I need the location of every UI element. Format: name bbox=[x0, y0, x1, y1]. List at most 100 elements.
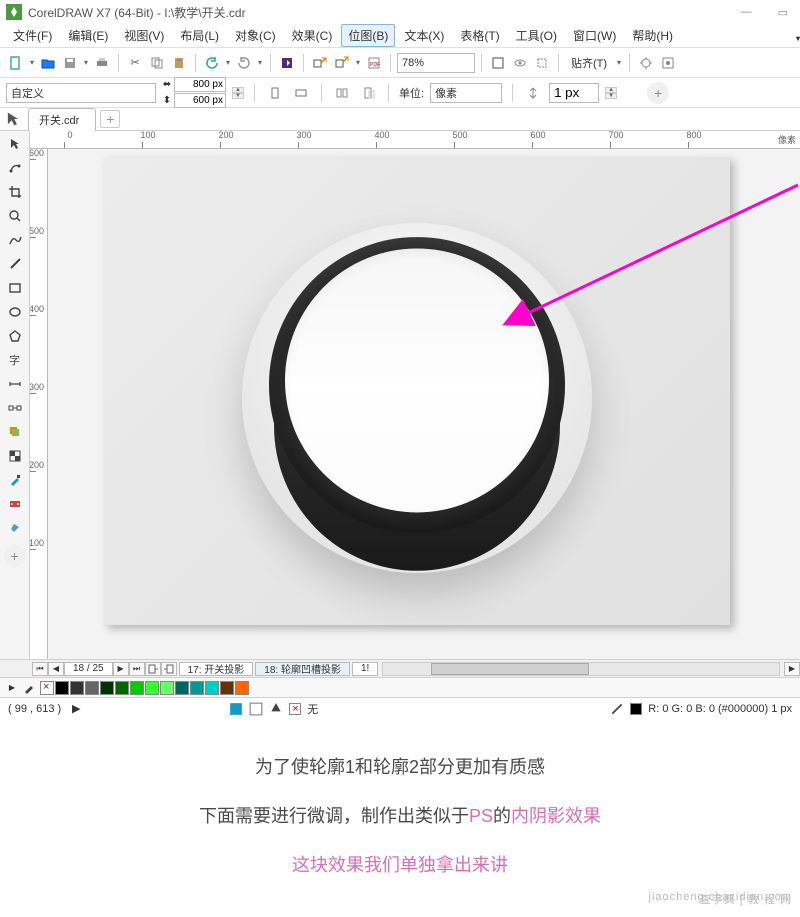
launch-button[interactable] bbox=[277, 53, 297, 73]
unit-select[interactable]: 像素 ▾ bbox=[430, 83, 502, 103]
paste-button[interactable] bbox=[169, 53, 189, 73]
swatch[interactable] bbox=[175, 681, 189, 695]
menu-file[interactable]: 文件(F) bbox=[6, 24, 59, 47]
shape-tool[interactable] bbox=[4, 157, 26, 179]
canvas[interactable] bbox=[48, 149, 800, 659]
swatch[interactable] bbox=[220, 681, 234, 695]
nudge-input[interactable] bbox=[549, 83, 599, 103]
page-tab-17[interactable]: 17: 开关投影 bbox=[179, 662, 254, 676]
ellipse-tool[interactable] bbox=[4, 301, 26, 323]
swatch[interactable] bbox=[205, 681, 219, 695]
add-tool-button[interactable]: + bbox=[4, 545, 26, 567]
transparency-tool[interactable] bbox=[4, 445, 26, 467]
interactive-fill-tool[interactable] bbox=[4, 493, 26, 515]
app-options-button[interactable] bbox=[658, 53, 678, 73]
menu-window[interactable]: 窗口(W) bbox=[566, 24, 623, 47]
fullscreen-button[interactable] bbox=[488, 53, 508, 73]
menu-tools[interactable]: 工具(O) bbox=[509, 24, 564, 47]
pick-tool[interactable] bbox=[4, 133, 26, 155]
save-button[interactable] bbox=[60, 53, 80, 73]
connector-tool[interactable] bbox=[4, 397, 26, 419]
fill-none-icon[interactable] bbox=[289, 703, 301, 715]
redo-button[interactable] bbox=[234, 53, 254, 73]
swatch[interactable] bbox=[130, 681, 144, 695]
horizontal-ruler[interactable]: 0 100 200 300 400 500 600 700 800 像素 bbox=[30, 131, 800, 149]
page-tab-19[interactable]: 1! bbox=[352, 662, 378, 676]
artistic-media-tool[interactable] bbox=[4, 253, 26, 275]
undo-button[interactable] bbox=[202, 53, 222, 73]
maximize-button[interactable]: ▭ bbox=[772, 4, 794, 21]
object-info-icon[interactable]: ▶ bbox=[69, 702, 83, 716]
page-width-input[interactable] bbox=[177, 78, 223, 91]
palette-nav-left[interactable]: ▶ bbox=[6, 681, 18, 695]
h-scroll-thumb[interactable] bbox=[431, 663, 589, 675]
text-tool[interactable]: 字 bbox=[4, 349, 26, 371]
landscape-button[interactable] bbox=[291, 83, 311, 103]
vertical-ruler[interactable]: 600 500 400 300 200 100 bbox=[30, 149, 48, 659]
swatch-black[interactable] bbox=[55, 681, 69, 695]
eyedropper-palette-icon[interactable] bbox=[19, 678, 39, 698]
snap-label[interactable]: 贴齐(T) bbox=[565, 55, 613, 71]
menu-bitmap[interactable]: 位图(B) bbox=[341, 24, 395, 47]
preview-button[interactable] bbox=[510, 53, 530, 73]
menu-object[interactable]: 对象(C) bbox=[228, 24, 283, 47]
copy-button[interactable] bbox=[147, 53, 167, 73]
file-tab[interactable]: 开关.cdr bbox=[28, 108, 96, 131]
page-indicator[interactable]: 18 / 25 bbox=[64, 662, 113, 676]
print-button[interactable] bbox=[92, 53, 112, 73]
h-scrollbar[interactable] bbox=[382, 662, 780, 676]
import-button[interactable] bbox=[310, 53, 330, 73]
menu-table[interactable]: 表格(T) bbox=[453, 24, 506, 47]
swatch[interactable] bbox=[70, 681, 84, 695]
page-height-input[interactable] bbox=[177, 94, 223, 107]
crop-tool[interactable] bbox=[4, 181, 26, 203]
drop-shadow-tool[interactable] bbox=[4, 421, 26, 443]
pick-tool-icon[interactable] bbox=[4, 110, 22, 128]
menu-effects[interactable]: 效果(C) bbox=[285, 24, 340, 47]
color-proof-icon[interactable] bbox=[249, 702, 263, 716]
options-button[interactable] bbox=[636, 53, 656, 73]
h-scroll-right[interactable]: ▶ bbox=[784, 662, 800, 676]
menu-help[interactable]: 帮助(H) bbox=[625, 24, 680, 47]
menu-layout[interactable]: 布局(L) bbox=[173, 24, 226, 47]
zoom-select[interactable]: 78% ▾ bbox=[397, 53, 475, 73]
page-last[interactable]: ⏭ bbox=[129, 662, 145, 676]
page-tab-18[interactable]: 18: 轮廓凹槽投影 bbox=[255, 662, 350, 676]
minimize-button[interactable]: — bbox=[735, 4, 758, 21]
page-prev[interactable]: ◀ bbox=[48, 662, 64, 676]
page-preset-select[interactable]: 自定义 ▾ bbox=[6, 83, 156, 103]
dim-spin-down[interactable]: ▼ bbox=[232, 93, 244, 99]
page-next[interactable]: ▶ bbox=[113, 662, 129, 676]
new-button[interactable] bbox=[6, 53, 26, 73]
menu-edit[interactable]: 编辑(E) bbox=[61, 24, 115, 47]
swatch[interactable] bbox=[85, 681, 99, 695]
nudge-spin-down[interactable]: ▼ bbox=[605, 93, 617, 99]
add-property-button[interactable]: + bbox=[647, 82, 669, 104]
fill-indicator-icon[interactable] bbox=[269, 702, 283, 716]
snap-dropdown[interactable]: ▾ bbox=[615, 58, 623, 67]
zoom-tool[interactable] bbox=[4, 205, 26, 227]
open-button[interactable] bbox=[38, 53, 58, 73]
portrait-button[interactable] bbox=[265, 83, 285, 103]
smart-fill-tool[interactable] bbox=[4, 517, 26, 539]
stroke-swatch[interactable] bbox=[630, 703, 642, 715]
swatch-none[interactable] bbox=[40, 681, 54, 695]
add-document-button[interactable]: + bbox=[100, 110, 120, 128]
swatch[interactable] bbox=[190, 681, 204, 695]
redo-dropdown[interactable]: ▾ bbox=[256, 58, 264, 67]
save-dropdown[interactable]: ▾ bbox=[82, 58, 90, 67]
page-first[interactable]: ⏮ bbox=[32, 662, 48, 676]
page-add-before[interactable] bbox=[145, 662, 161, 676]
export-button[interactable] bbox=[332, 53, 352, 73]
rectangle-tool[interactable] bbox=[4, 277, 26, 299]
polygon-tool[interactable] bbox=[4, 325, 26, 347]
freehand-tool[interactable] bbox=[4, 229, 26, 251]
swatch[interactable] bbox=[160, 681, 174, 695]
eyedropper-tool[interactable] bbox=[4, 469, 26, 491]
menu-view[interactable]: 视图(V) bbox=[117, 24, 171, 47]
swatch[interactable] bbox=[145, 681, 159, 695]
publish-pdf-button[interactable]: PDF bbox=[364, 53, 384, 73]
menu-text[interactable]: 文本(X) bbox=[397, 24, 451, 47]
new-dropdown[interactable]: ▾ bbox=[28, 58, 36, 67]
undo-dropdown[interactable]: ▾ bbox=[224, 58, 232, 67]
